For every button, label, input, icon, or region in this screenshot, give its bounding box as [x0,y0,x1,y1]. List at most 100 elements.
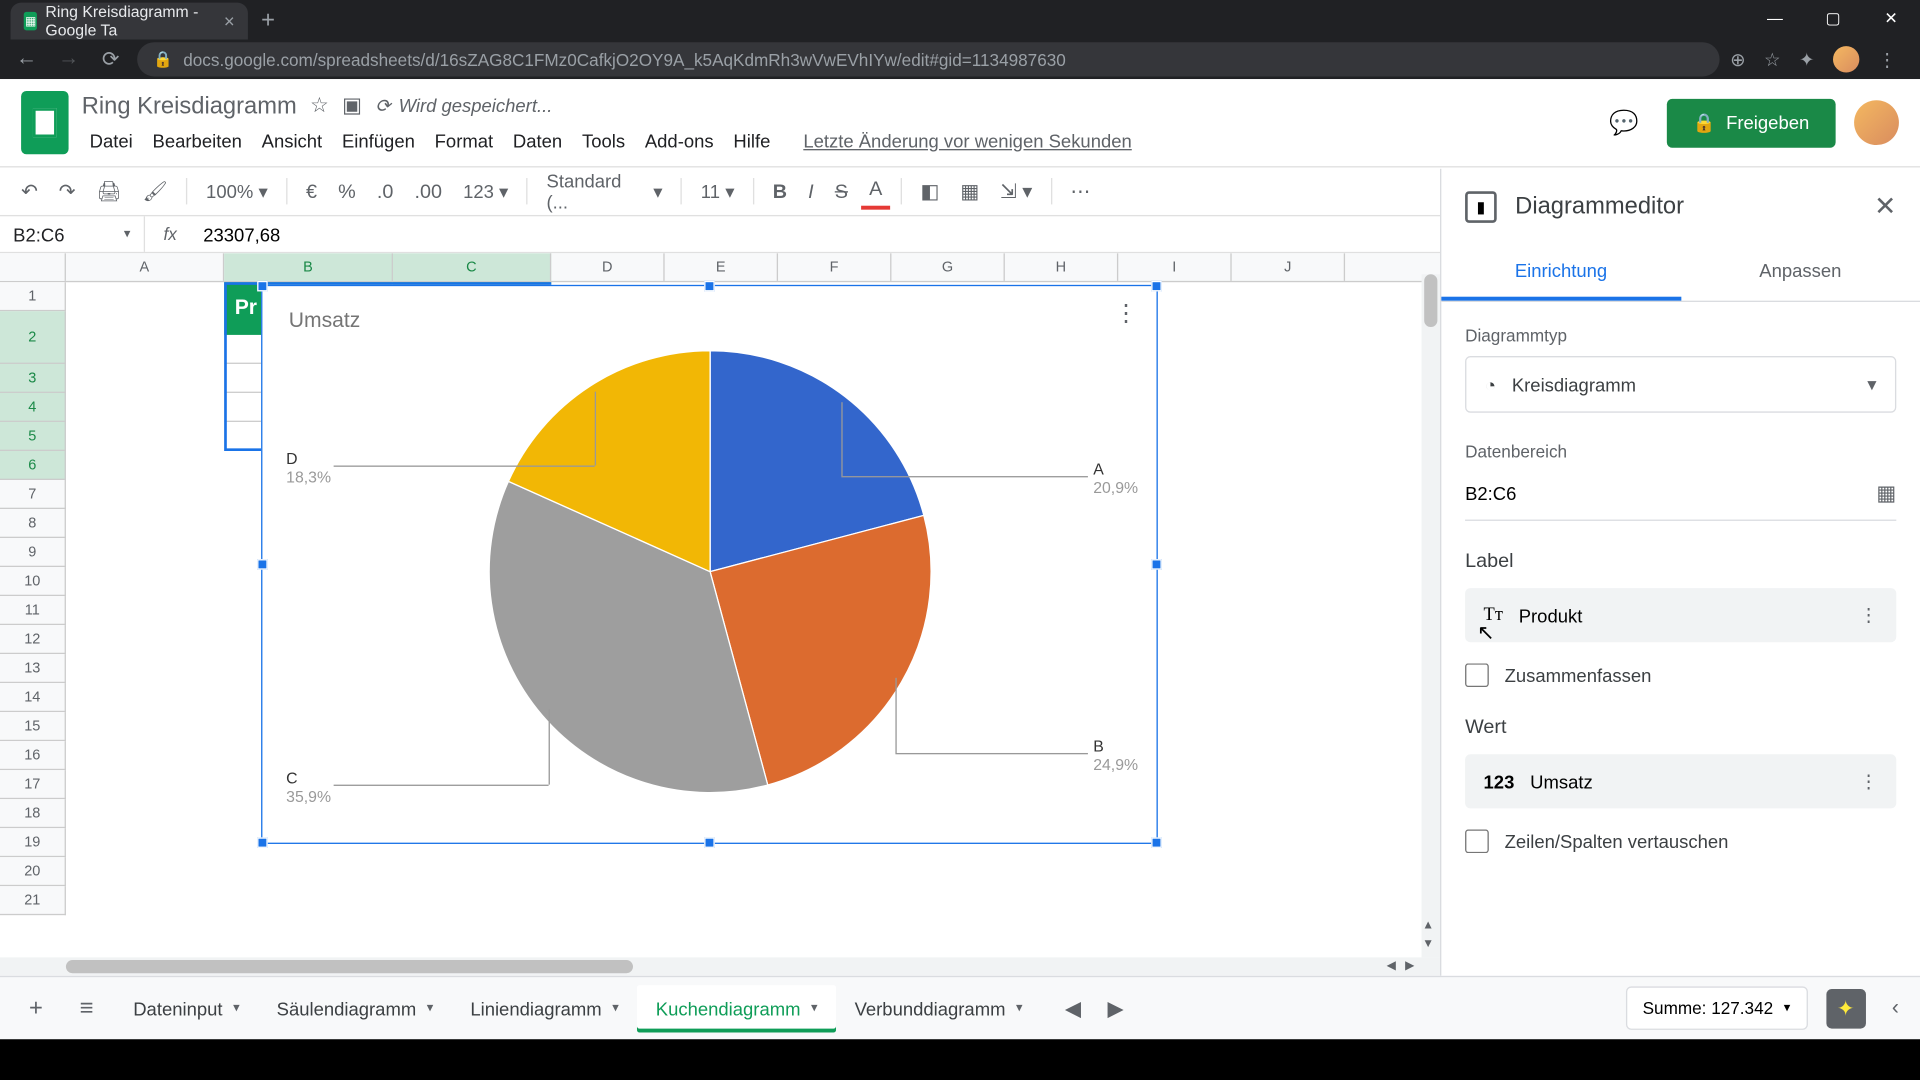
select-all-corner[interactable] [0,253,66,281]
comments-button[interactable]: 💬 [1600,99,1647,146]
row-header[interactable]: 1 [0,282,66,311]
sheet-tab[interactable]: Kuchendiagramm▾ [637,984,836,1031]
sheet-tab[interactable]: Säulendiagramm▾ [258,984,452,1031]
paint-format-button[interactable]: 🖌 [135,174,176,208]
quicksum-display[interactable]: Summe: 127.342▾ [1625,986,1807,1030]
row-header[interactable]: 5 [0,422,66,451]
value-field[interactable]: 123 Umsatz ⋮ [1465,754,1896,808]
column-header[interactable]: E [665,253,778,281]
new-tab-button[interactable]: + [248,1,288,39]
row-header[interactable]: 2 [0,311,66,364]
address-bar[interactable]: 🔒 docs.google.com/spreadsheets/d/16sZAG8… [137,42,1719,76]
chart-object[interactable]: Umsatz ⋮ A20,9%B24,9%C35,9%D18,3% [261,285,1158,844]
percent-button[interactable]: % [330,175,363,208]
tab-setup[interactable]: Einrichtung [1441,244,1680,301]
column-header[interactable]: B [224,253,393,281]
browser-tab[interactable]: ▦ Ring Kreisdiagramm - Google Ta × [11,3,248,40]
tab-close-icon[interactable]: × [224,11,235,32]
scroll-down-icon[interactable]: ▼ [1419,936,1437,954]
row-header[interactable]: 11 [0,596,66,625]
nav-forward-icon[interactable]: → [53,47,85,71]
menu-view[interactable]: Ansicht [254,127,330,153]
column-header[interactable]: C [393,253,551,281]
row-header[interactable]: 9 [0,538,66,567]
fill-color-button[interactable]: ◧ [913,174,948,208]
increase-decimal-button[interactable]: .00 [407,175,450,208]
sheet-tab[interactable]: Dateninput▾ [115,984,258,1031]
menu-insert[interactable]: Einfügen [334,127,423,153]
row-header[interactable]: 7 [0,480,66,509]
bold-button[interactable]: B [765,175,795,208]
row-header[interactable]: 8 [0,509,66,538]
aggregate-checkbox[interactable]: Zusammenfassen [1465,663,1896,687]
row-header[interactable]: 12 [0,625,66,654]
column-header[interactable]: H [1005,253,1118,281]
share-button[interactable]: 🔒 Freigeben [1666,98,1835,147]
label-field[interactable]: Tᴛ Produkt ⋮ [1465,588,1896,642]
move-icon[interactable]: ▣ [342,92,362,118]
switch-rows-cols-checkbox[interactable]: Zeilen/Spalten vertauschen [1465,829,1896,853]
last-edit-link[interactable]: Letzte Änderung vor wenigen Sekunden [795,127,1139,153]
star-icon[interactable]: ☆ [310,92,329,118]
text-color-button[interactable]: A [861,173,890,210]
data-range-input[interactable] [1465,483,1876,504]
scroll-left-icon[interactable]: ◀ [1382,959,1400,975]
row-header[interactable]: 14 [0,683,66,712]
currency-button[interactable]: € [298,175,325,208]
profile-avatar[interactable] [1833,46,1859,72]
nav-back-icon[interactable]: ← [11,47,43,71]
row-header[interactable]: 19 [0,828,66,857]
row-header[interactable]: 21 [0,886,66,915]
chart-menu-icon[interactable]: ⋮ [1114,299,1138,327]
zoom-select[interactable]: 100% ▾ [198,175,276,208]
sheet-tab[interactable]: Liniendiagramm▾ [452,984,637,1031]
column-header[interactable]: I [1118,253,1231,281]
print-button[interactable]: 🖨 [89,174,130,208]
sheet-nav-right-icon[interactable]: ▶ [1100,987,1132,1029]
add-sheet-button[interactable]: + [13,984,59,1033]
window-maximize[interactable]: ▢ [1804,0,1862,37]
font-size-select[interactable]: 11 ▾ [693,175,743,208]
side-panel-toggle-icon[interactable]: ‹ [1884,988,1907,1028]
row-header[interactable]: 3 [0,364,66,393]
column-header[interactable]: A [66,253,224,281]
more-toolbar-button[interactable]: ⋯ [1062,174,1098,208]
menu-data[interactable]: Daten [505,127,570,153]
horizontal-scrollbar[interactable] [0,957,1440,975]
chart-title[interactable]: Umsatz [262,286,1156,344]
field-menu-icon[interactable]: ⋮ [1859,770,1877,792]
nav-reload-icon[interactable]: ⟳ [95,46,127,72]
undo-button[interactable]: ↶ [13,174,45,208]
strike-button[interactable]: S [827,175,856,208]
row-header[interactable]: 15 [0,712,66,741]
sheets-logo-icon[interactable] [21,91,68,154]
chart-type-select[interactable]: ◔ Kreisdiagramm ▾ [1465,356,1896,413]
bookmark-icon[interactable]: ☆ [1764,48,1781,70]
column-header[interactable]: D [551,253,664,281]
name-box[interactable]: B2:C6▾ [0,216,145,252]
close-sidebar-button[interactable]: ✕ [1874,190,1896,223]
column-header[interactable]: G [891,253,1004,281]
tab-customize[interactable]: Anpassen [1681,244,1920,301]
row-header[interactable]: 16 [0,741,66,770]
window-minimize[interactable]: ― [1746,0,1804,37]
decrease-decimal-button[interactable]: .0 [369,175,401,208]
sheet-tab[interactable]: Verbunddiagramm▾ [836,984,1041,1031]
row-header[interactable]: 20 [0,857,66,886]
scroll-right-icon[interactable]: ▶ [1400,959,1418,975]
row-header[interactable]: 18 [0,799,66,828]
row-header[interactable]: 4 [0,393,66,422]
menu-help[interactable]: Hilfe [725,127,778,153]
extensions-icon[interactable]: ✦ [1799,48,1814,70]
account-avatar[interactable] [1854,100,1899,145]
column-header[interactable]: J [1232,253,1345,281]
row-header[interactable]: 10 [0,567,66,596]
merge-button[interactable]: ⇲ ▾ [992,174,1040,208]
zoom-reset-icon[interactable]: ⊕ [1730,48,1745,70]
window-close[interactable]: ✕ [1862,0,1920,37]
menu-edit[interactable]: Bearbeiten [145,127,250,153]
font-select[interactable]: Standard (... ▾ [539,165,671,218]
number-format-select[interactable]: 123 ▾ [455,175,516,208]
row-header[interactable]: 17 [0,770,66,799]
row-header[interactable]: 13 [0,654,66,683]
